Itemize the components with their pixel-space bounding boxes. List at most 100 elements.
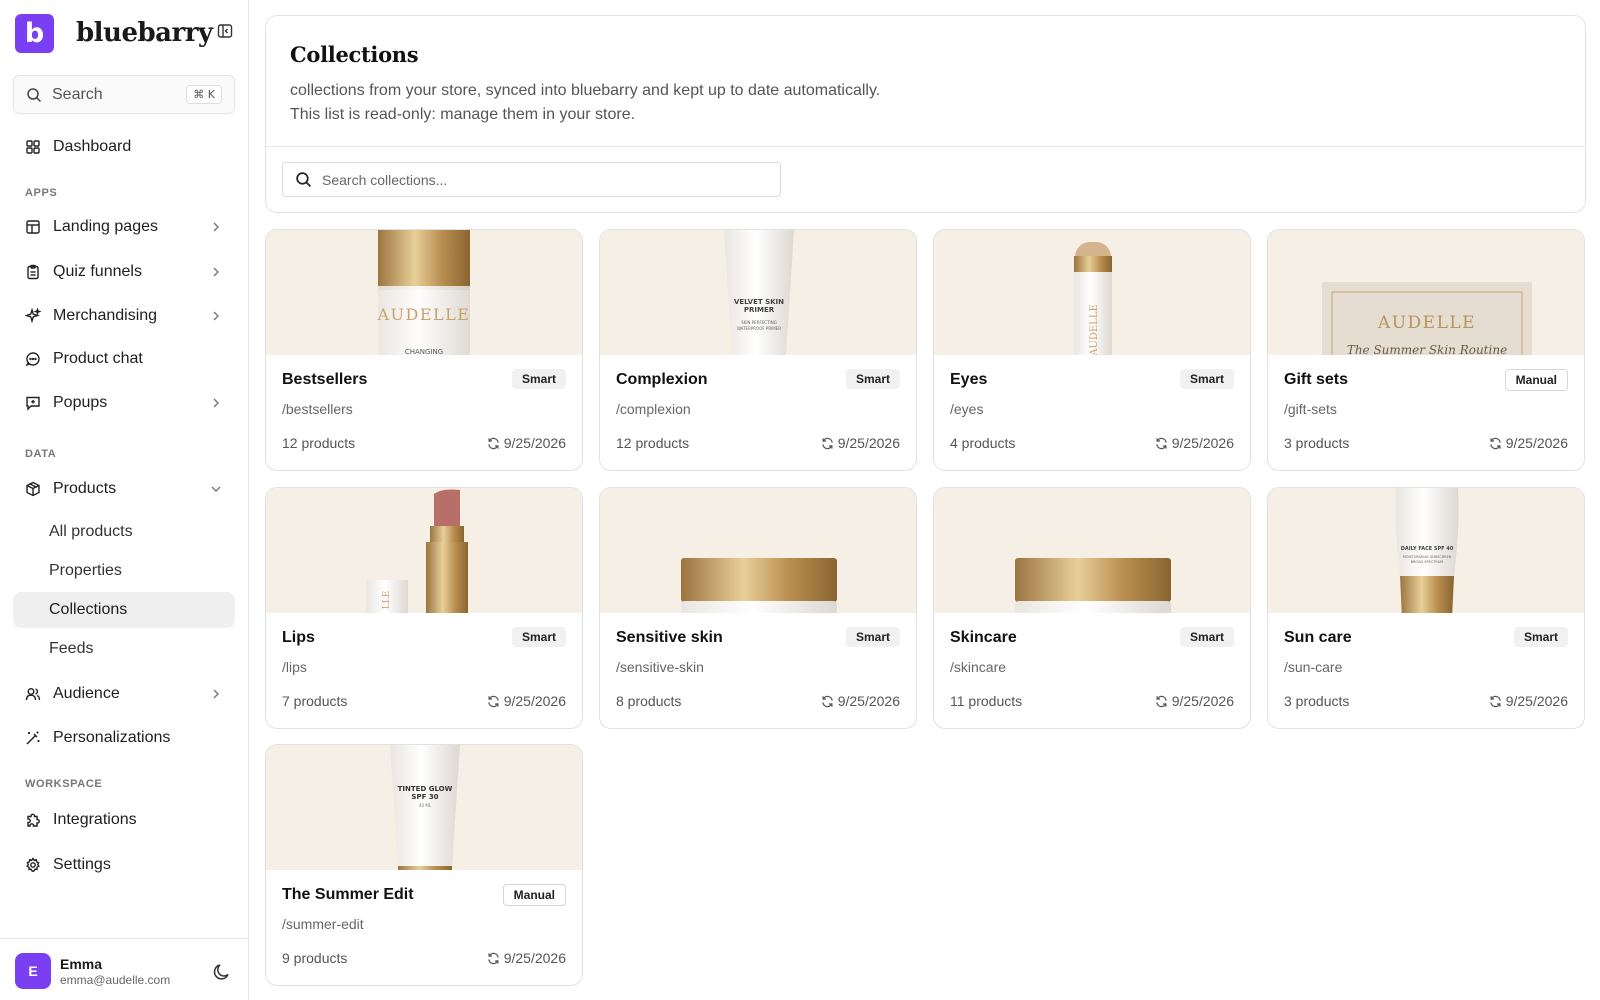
svg-text:VELVET SKIN: VELVET SKIN: [734, 298, 784, 306]
collection-handle: /gift-sets: [1284, 401, 1337, 417]
svg-text:BROAD SPECTRUM: BROAD SPECTRUM: [1411, 560, 1444, 564]
sync-date-text: 9/25/2026: [837, 435, 900, 451]
refresh-icon: [821, 437, 833, 449]
collection-sync-date: 9/25/2026: [1489, 435, 1568, 451]
svg-text:CHANGING: CHANGING: [405, 348, 443, 355]
collection-name: Eyes: [950, 371, 988, 388]
refresh-icon: [1155, 437, 1167, 449]
collection-card[interactable]: TINTED GLOW SPF 30 40 ML The Summer Edit M…: [265, 744, 583, 986]
chevron-right-icon: [213, 267, 219, 277]
collection-image: TINTED GLOW SPF 30 40 ML: [266, 745, 582, 870]
collection-card[interactable]: Sensitive skin Smart /sensitive-skin 8 p…: [599, 487, 917, 729]
magic-wand-icon: [26, 731, 40, 745]
sidebar-search[interactable]: Search ⌘ K: [13, 75, 235, 114]
collection-card[interactable]: DAILY FACE SPF 40 MOISTURIZING SUNSCREEN B…: [1267, 487, 1585, 729]
collection-handle: /summer-edit: [282, 916, 364, 932]
sidebar-item-popups[interactable]: Popups: [13, 385, 235, 421]
collection-handle: /skincare: [950, 659, 1007, 675]
search-icon: [27, 87, 42, 102]
collection-image: [600, 488, 916, 613]
sparkles-icon: [25, 308, 41, 324]
sidebar-subitem-feeds[interactable]: Feeds: [13, 631, 235, 667]
svg-text:MOISTURIZING SUNSCREEN: MOISTURIZING SUNSCREEN: [1403, 555, 1452, 559]
svg-text:TINTED GLOW: TINTED GLOW: [398, 785, 453, 793]
avatar: E: [15, 953, 51, 989]
svg-text:40 ML: 40 ML: [419, 803, 432, 808]
section-label-apps: APPS: [25, 187, 58, 199]
refresh-icon: [1489, 437, 1501, 449]
sidebar-item-settings[interactable]: Settings: [13, 847, 235, 883]
sync-date-text: 9/25/2026: [1505, 693, 1568, 709]
collection-sync-date: 9/25/2026: [487, 435, 566, 451]
collection-product-count: 12 products: [282, 435, 356, 451]
users-icon: [25, 688, 41, 701]
sidebar-toggle-icon[interactable]: [217, 23, 233, 39]
sidebar-item-label: Product chat: [53, 350, 143, 367]
collection-product-count: 3 products: [1284, 693, 1350, 709]
collection-name: Gift sets: [1284, 371, 1349, 388]
refresh-icon: [1155, 695, 1167, 707]
collection-card[interactable]: Skincare Smart /skincare 11 products 9/2…: [933, 487, 1251, 729]
sidebar-item-dashboard[interactable]: Dashboard: [13, 129, 235, 165]
collection-type-badge: Manual: [502, 884, 566, 906]
sidebar-item-personalizations[interactable]: Personalizations: [13, 720, 235, 756]
chat-icon: [25, 352, 40, 367]
refresh-icon: [487, 952, 499, 964]
sidebar-item-label: Products: [53, 480, 117, 497]
user-name: Emma: [60, 956, 103, 972]
chevron-right-icon: [213, 398, 219, 408]
collection-card[interactable]: VELVET SKIN PRIMER SKIN PERFECTING WATERPRO…: [599, 229, 917, 471]
collection-type-badge: Smart: [511, 627, 566, 647]
sidebar-item-label: Dashboard: [53, 138, 132, 155]
sync-date-text: 9/25/2026: [503, 950, 566, 966]
collection-card[interactable]: AUDELLE Eyes Smart /eyes 4 products 9/25…: [933, 229, 1251, 471]
sidebar-item-label: Settings: [53, 856, 111, 873]
description-line: This list is read-only: manage them in y…: [290, 106, 636, 123]
collection-name: Bestsellers: [282, 371, 368, 388]
collection-image: AUDELLE: [934, 230, 1250, 355]
sidebar-subitem-collections[interactable]: Collections: [13, 592, 235, 628]
collection-handle: /sun-care: [1284, 659, 1343, 675]
collection-image: LLE: [266, 488, 582, 613]
collection-name: The Summer Edit: [282, 886, 414, 903]
collection-card[interactable]: AUDELLE The Summer Skin Routine Gift sets…: [1267, 229, 1585, 471]
collection-type-badge: Smart: [1179, 627, 1234, 647]
divider: [266, 146, 1585, 147]
brand[interactable]: b bluebarry: [15, 13, 213, 53]
clipboard-icon: [27, 264, 39, 280]
svg-text:DAILY FACE SPF 40: DAILY FACE SPF 40: [1401, 546, 1454, 552]
sidebar-item-product-chat[interactable]: Product chat: [13, 341, 235, 377]
section-label-workspace: WORKSPACE: [25, 778, 103, 790]
sidebar-item-merchandising[interactable]: Merchandising: [13, 298, 235, 334]
brand-name: bluebarry: [76, 18, 213, 48]
chevron-right-icon: [213, 311, 219, 321]
sidebar-item-label: Integrations: [53, 811, 137, 828]
collection-name: Sensitive skin: [616, 629, 723, 646]
svg-text:SKIN PERFECTING: SKIN PERFECTING: [741, 320, 777, 325]
moon-icon[interactable]: [212, 962, 232, 982]
collection-sync-date: 9/25/2026: [1489, 693, 1568, 709]
user-profile[interactable]: E Emma emma@audelle.com: [0, 938, 249, 1000]
brand-logo: b: [15, 13, 54, 53]
sidebar-item-quiz-funnels[interactable]: Quiz funnels: [13, 254, 235, 290]
collection-sync-date: 9/25/2026: [821, 435, 900, 451]
sidebar-subitem-properties[interactable]: Properties: [13, 553, 235, 589]
collection-type-badge: Smart: [845, 369, 900, 389]
sidebar-subitem-all-products[interactable]: All products: [13, 514, 235, 550]
sidebar-item-audience[interactable]: Audience: [13, 676, 235, 712]
collections-search[interactable]: [282, 162, 781, 197]
sidebar-item-landing-pages[interactable]: Landing pages: [13, 209, 235, 245]
collections-search-input[interactable]: [322, 171, 762, 188]
collection-product-count: 8 products: [616, 693, 682, 709]
chevron-right-icon: [213, 222, 219, 232]
collection-card[interactable]: AUDELLE CHANGING Bestsellers Smart /bests…: [265, 229, 583, 471]
collection-product-count: 11 products: [950, 693, 1023, 709]
sidebar-item-products[interactable]: Products: [13, 471, 235, 507]
refresh-icon: [1489, 695, 1501, 707]
search-label: Search: [52, 85, 103, 103]
collection-card[interactable]: LLE Lips Smart /lips 7 products 9/25/202…: [265, 487, 583, 729]
sync-date-text: 9/25/2026: [1171, 435, 1234, 451]
sync-date-text: 9/25/2026: [503, 693, 566, 709]
sidebar-item-integrations[interactable]: Integrations: [13, 802, 235, 838]
collection-sync-date: 9/25/2026: [821, 693, 900, 709]
